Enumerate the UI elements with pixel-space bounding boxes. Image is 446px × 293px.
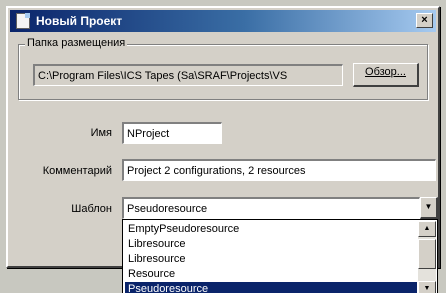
comment-input[interactable]: Project 2 configurations, 2 resources	[122, 159, 436, 181]
close-button[interactable]: ×	[416, 13, 433, 28]
template-dropdown-list[interactable]: EmptyPseudoresource Libresource Libresou…	[122, 219, 438, 293]
name-label: Имя	[90, 127, 112, 139]
template-combobox[interactable]: Pseudoresource ▼	[122, 197, 438, 219]
location-groupbox: Папка размещения C:\Program Files\ICS Ta…	[18, 37, 428, 100]
title-bar[interactable]: Новый Проект ×	[10, 10, 436, 32]
list-item[interactable]: Resource	[125, 267, 417, 281]
scrollbar-thumb[interactable]	[418, 239, 436, 269]
template-label: Шаблон	[71, 203, 112, 215]
name-input[interactable]: NProject	[122, 122, 222, 144]
list-item[interactable]: EmptyPseudoresource	[125, 222, 417, 236]
document-icon	[16, 13, 30, 29]
template-selected-value[interactable]: Pseudoresource	[122, 197, 420, 219]
window-title: Новый Проект	[36, 14, 123, 28]
chevron-down-icon[interactable]: ▼	[420, 197, 438, 219]
list-item-selected[interactable]: Pseudoresource	[125, 282, 417, 293]
scroll-up-icon[interactable]: ▲	[418, 221, 436, 237]
comment-label: Комментарий	[42, 165, 112, 177]
location-group-label: Папка размещения	[25, 37, 128, 49]
browse-button[interactable]: Обзор...	[353, 63, 419, 87]
scroll-down-icon[interactable]: ▼	[418, 281, 436, 293]
location-path-field: C:\Program Files\ICS Tapes (Sa\SRAF\Proj…	[33, 64, 343, 86]
dropdown-scrollbar[interactable]: ▲ ▼	[418, 221, 436, 293]
list-item[interactable]: Libresource	[125, 237, 417, 251]
new-project-dialog: Новый Проект × Папка размещения C:\Progr…	[6, 6, 440, 293]
list-item[interactable]: Libresource	[125, 252, 417, 266]
